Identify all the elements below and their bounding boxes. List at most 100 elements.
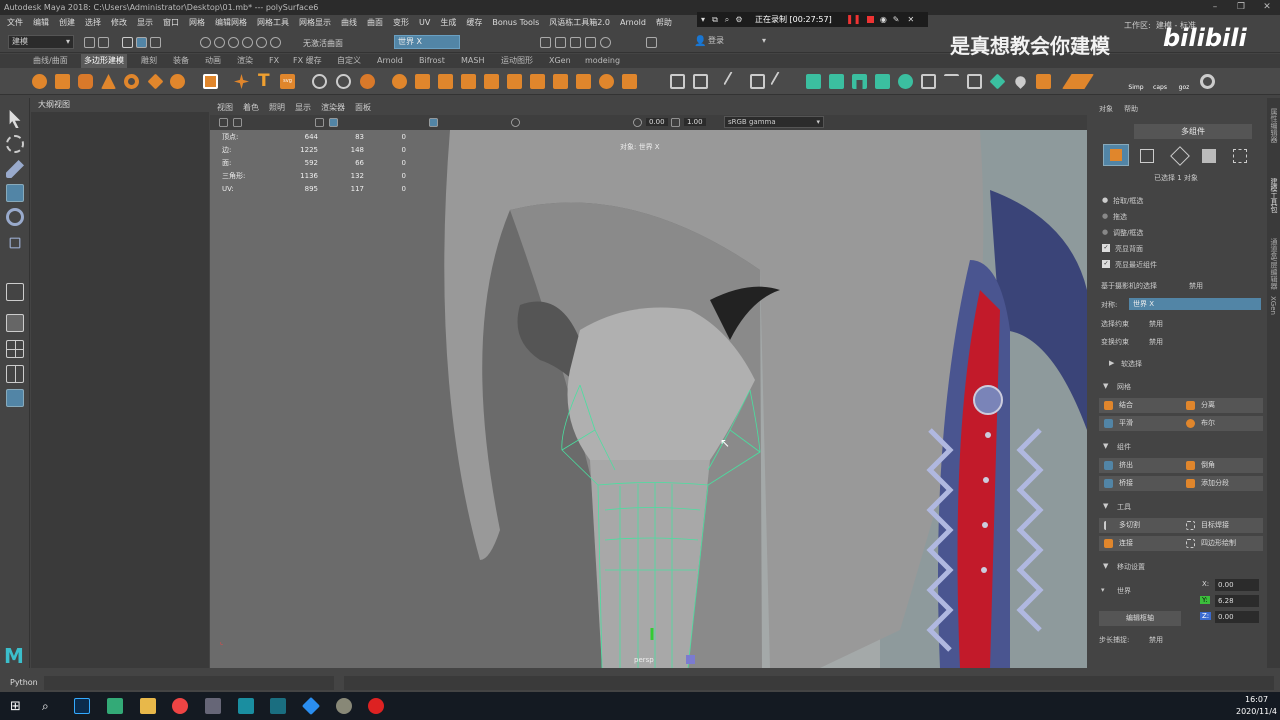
paint-tool-icon[interactable] (6, 160, 24, 178)
maya-alt-icon[interactable] (270, 698, 286, 714)
collapse-icon[interactable] (622, 74, 637, 89)
close-button[interactable]: ✕ (1254, 0, 1280, 15)
gamma-icon[interactable] (671, 118, 680, 127)
vp-menu-shading[interactable]: 着色 (238, 101, 264, 115)
shelf-tab-curves[interactable]: 曲线/曲面 (30, 54, 71, 68)
camera-attr-icon[interactable] (233, 118, 242, 127)
move-settings-collapse-icon[interactable]: ▼ (1103, 562, 1108, 570)
lasso-tool-icon[interactable] (6, 135, 24, 153)
multi-cut-button[interactable]: 多切割 (1099, 518, 1181, 533)
start-icon[interactable]: ⊞ (10, 699, 21, 714)
viewport-3d[interactable]: 顶点: 644 83 0 边: 1225 148 0 面: 592 66 0 三角形: 1136 13… (210, 130, 1087, 668)
menu-cache[interactable]: 缓存 (461, 15, 487, 31)
menu-arnold[interactable]: Arnold (615, 15, 651, 31)
separate-button[interactable]: 分离 (1181, 398, 1263, 413)
chrome-icon[interactable] (172, 698, 188, 714)
menu-modify[interactable]: 修改 (106, 15, 132, 31)
green-pin-icon[interactable] (1013, 74, 1028, 89)
rp-tab-object[interactable]: 对象 (1099, 104, 1113, 114)
symmetry-field[interactable]: 世界 X (394, 35, 460, 49)
tools-collapse-icon[interactable]: ▼ (1103, 502, 1108, 510)
hypershade-icon[interactable] (600, 37, 611, 48)
snap-view-icon[interactable] (242, 37, 253, 48)
merge-icon[interactable] (530, 74, 545, 89)
menu-bonus-tools[interactable]: Bonus Tools (487, 15, 544, 31)
coord-x-field[interactable]: 0.00 (1215, 579, 1259, 591)
move-settings-header[interactable]: 移动设置 (1117, 562, 1145, 572)
two-view-icon[interactable] (6, 365, 24, 383)
menu-help[interactable]: 帮助 (651, 15, 677, 31)
extrude-icon[interactable] (392, 74, 407, 89)
login-dropdown[interactable]: 登录 ▾ (705, 35, 769, 49)
bridge-button[interactable]: 桥接 (1099, 476, 1181, 491)
wedge-icon[interactable] (576, 74, 591, 89)
vp-menu-panels[interactable]: 面板 (350, 101, 376, 115)
menu-uv[interactable]: UV (414, 15, 435, 31)
face-mode-icon[interactable] (1202, 149, 1216, 163)
poly-cylinder-icon[interactable] (78, 74, 93, 89)
green-bevel-icon[interactable] (829, 74, 844, 89)
fill-hole-icon[interactable] (461, 74, 476, 89)
menu-file[interactable]: 文件 (2, 15, 28, 31)
vp-menu-renderer[interactable]: 渲染器 (316, 101, 350, 115)
shelf-tab-animation[interactable]: 动画 (202, 54, 224, 68)
color-space-dropdown[interactable]: sRGB gamma ▾ (724, 116, 824, 128)
uv-mode-icon[interactable] (1233, 149, 1247, 163)
rec-window-icon[interactable]: ⧉ (709, 15, 721, 25)
menu-set-dropdown[interactable]: 建模 ▾ (8, 35, 74, 49)
persp-view-icon[interactable] (6, 314, 24, 332)
menu-deform[interactable]: 变形 (388, 15, 414, 31)
menu-mesh-display[interactable]: 网格显示 (294, 15, 336, 31)
separate-icon[interactable] (336, 74, 351, 89)
transform-constraint-value[interactable]: 禁用 (1149, 337, 1163, 347)
quad-draw-button[interactable]: 四边形绘制 (1181, 536, 1263, 551)
add-divisions-button[interactable]: 添加分段 (1181, 476, 1263, 491)
poly-platonic-icon[interactable] (203, 74, 218, 89)
svg-icon[interactable]: svg (280, 74, 295, 89)
connect-button[interactable]: 连接 (1099, 536, 1181, 551)
shelf-tab-modeing[interactable]: modeing (582, 54, 623, 68)
scale-tool-icon[interactable] (9, 237, 21, 249)
green-sym-icon[interactable] (967, 74, 982, 89)
menu-fengyudong-tools[interactable]: 风语栋工具箱2.0 (544, 15, 615, 31)
menu-surfaces[interactable]: 曲面 (362, 15, 388, 31)
bridge-icon[interactable] (415, 74, 430, 89)
camera-based-select-value[interactable]: 禁用 (1189, 281, 1203, 291)
poly-cube-icon[interactable] (55, 74, 70, 89)
poly-sphere-icon[interactable] (32, 74, 47, 89)
green-arrow-icon[interactable] (898, 74, 913, 89)
radio-tweak-marquee[interactable]: ● (1102, 228, 1108, 236)
goz-icon[interactable]: goz (1174, 84, 1194, 94)
vp-menu-lighting[interactable]: 照明 (264, 101, 290, 115)
search-icon[interactable]: ⌕ (42, 699, 49, 714)
checkbox-nearest[interactable]: ✓ (1102, 260, 1110, 268)
app-avatar-icon[interactable] (336, 698, 352, 714)
move-manipulator-plane[interactable] (686, 655, 695, 664)
exposure-value[interactable]: 0.00 (646, 118, 668, 126)
radio-pick-marquee[interactable]: ● (1102, 196, 1108, 204)
menu-display[interactable]: 显示 (132, 15, 158, 31)
simp-icon[interactable]: Simp (1126, 84, 1146, 94)
mesh-collapse-icon[interactable]: ▼ (1103, 382, 1108, 390)
edit-pivot-button[interactable]: 编辑枢轴 (1099, 611, 1181, 626)
offset-edge-icon[interactable] (770, 71, 791, 92)
rotate-tool-icon[interactable] (6, 208, 24, 226)
rec-pen-icon[interactable]: ✎ (893, 15, 900, 24)
script-language-toggle[interactable]: Python (10, 678, 38, 687)
shelf-tab-xgen[interactable]: XGen (546, 54, 574, 68)
photoshop-icon[interactable] (74, 698, 90, 714)
object-mode-icon[interactable] (1103, 144, 1129, 166)
shelf-tab-rendering[interactable]: 渲染 (234, 54, 256, 68)
menu-edit-mesh[interactable]: 编辑网格 (210, 15, 252, 31)
outliner-layout-icon[interactable] (6, 389, 24, 407)
component-section-header[interactable]: 组件 (1117, 442, 1131, 452)
coord-z-field[interactable]: 0.00 (1215, 611, 1259, 623)
recorder-icon[interactable] (368, 698, 384, 714)
rec-camera-icon[interactable]: ◉ (880, 15, 887, 24)
render-settings-icon[interactable] (585, 37, 596, 48)
snap-curve-icon[interactable] (214, 37, 225, 48)
radio-drag[interactable]: ● (1102, 212, 1108, 220)
caps-icon[interactable]: caps (1150, 84, 1170, 94)
app-blue-icon[interactable] (301, 696, 321, 716)
render-view-icon[interactable] (540, 37, 551, 48)
